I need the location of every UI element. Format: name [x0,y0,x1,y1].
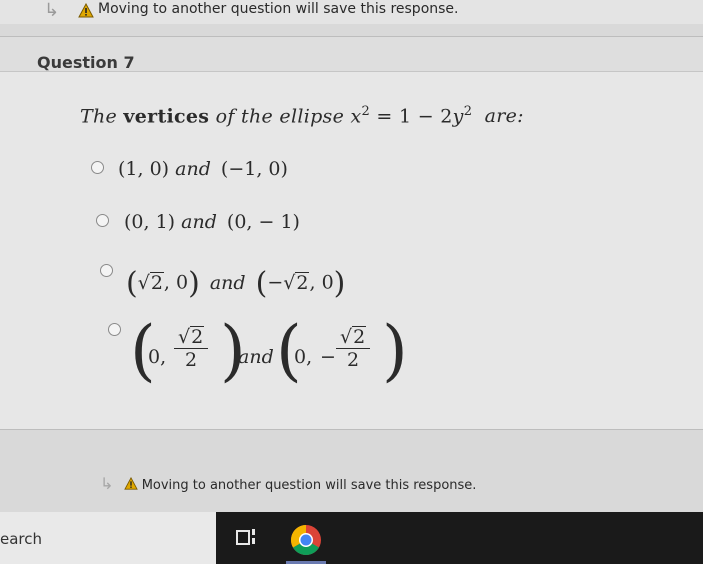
warning-text: Moving to another question will save thi… [141,478,477,493]
exponent: 2 [361,104,371,119]
prompt-middle: of the ellipse [215,105,345,128]
question-prompt: The vertices of the ellipse x2 = 1 − 2y2… [80,104,524,127]
option-3-and: and [209,271,246,294]
option-4-label[interactable]: ( 0, √2 2 ) and ( 0, − √2 2 ) [130,312,420,390]
option-4-radicand-a: 2 [190,326,205,348]
option-3-radicand-b: 2 [295,271,310,294]
taskbar-search[interactable]: earch [0,512,216,564]
prompt-prefix: The [80,105,118,128]
task-view-icon[interactable] [236,528,258,548]
option-3-radicand-a: 2 [149,271,164,294]
fraction-b: √2 2 [336,326,371,371]
equation-x: x [350,105,362,128]
warning-icon [78,3,94,18]
prompt-suffix: are: [484,105,524,128]
warning-banner-bottom: ↳ Moving to another question will save t… [100,474,476,493]
option-3-label[interactable]: (√2, 0) and (−√2, 0) [126,266,345,301]
option-4-radio[interactable] [108,323,121,336]
sqrt-2-b: √2 [283,271,310,294]
taskbar: earch [0,512,703,564]
option-3-radio[interactable] [100,264,113,277]
equation-mid: = 1 − 2 [370,105,453,128]
option-1-label[interactable]: (1, 0) and (−1, 0) [118,158,288,180]
option-2-point-b: (0, − 1) [226,211,300,233]
question-title: Question 7 [37,53,135,72]
option-2-radio[interactable] [96,214,109,227]
sqrt-2-a: √2 [137,271,164,294]
option-1-point-a: (1, 0) [118,158,170,180]
arrow-icon: ↳ [100,474,114,493]
option-4-den-a: 2 [185,349,198,371]
option-1-radio[interactable] [91,161,104,174]
warning-banner-top: ↳ Moving to another question will save t… [0,0,703,24]
warning-icon [123,476,138,490]
arrow-icon: ↳ [44,0,60,21]
option-2-and: and [181,211,217,233]
option-2-label[interactable]: (0, 1) and (0, − 1) [124,211,300,233]
option-1-and: and [175,158,211,180]
option-4-and: and [238,346,274,368]
fraction-a: √2 2 [174,326,209,371]
warning-text: Moving to another question will save thi… [98,1,459,17]
chrome-icon[interactable] [290,524,322,556]
prompt-bold: vertices [123,105,210,128]
option-4-den-b: 2 [347,349,360,371]
option-4-radicand-b: 2 [352,326,367,348]
exponent: 2 [463,104,473,119]
search-text: earch [0,530,43,548]
equation-y: y [452,105,464,128]
option-1-point-b: (−1, 0) [220,158,288,180]
option-2-point-a: (0, 1) [124,211,176,233]
